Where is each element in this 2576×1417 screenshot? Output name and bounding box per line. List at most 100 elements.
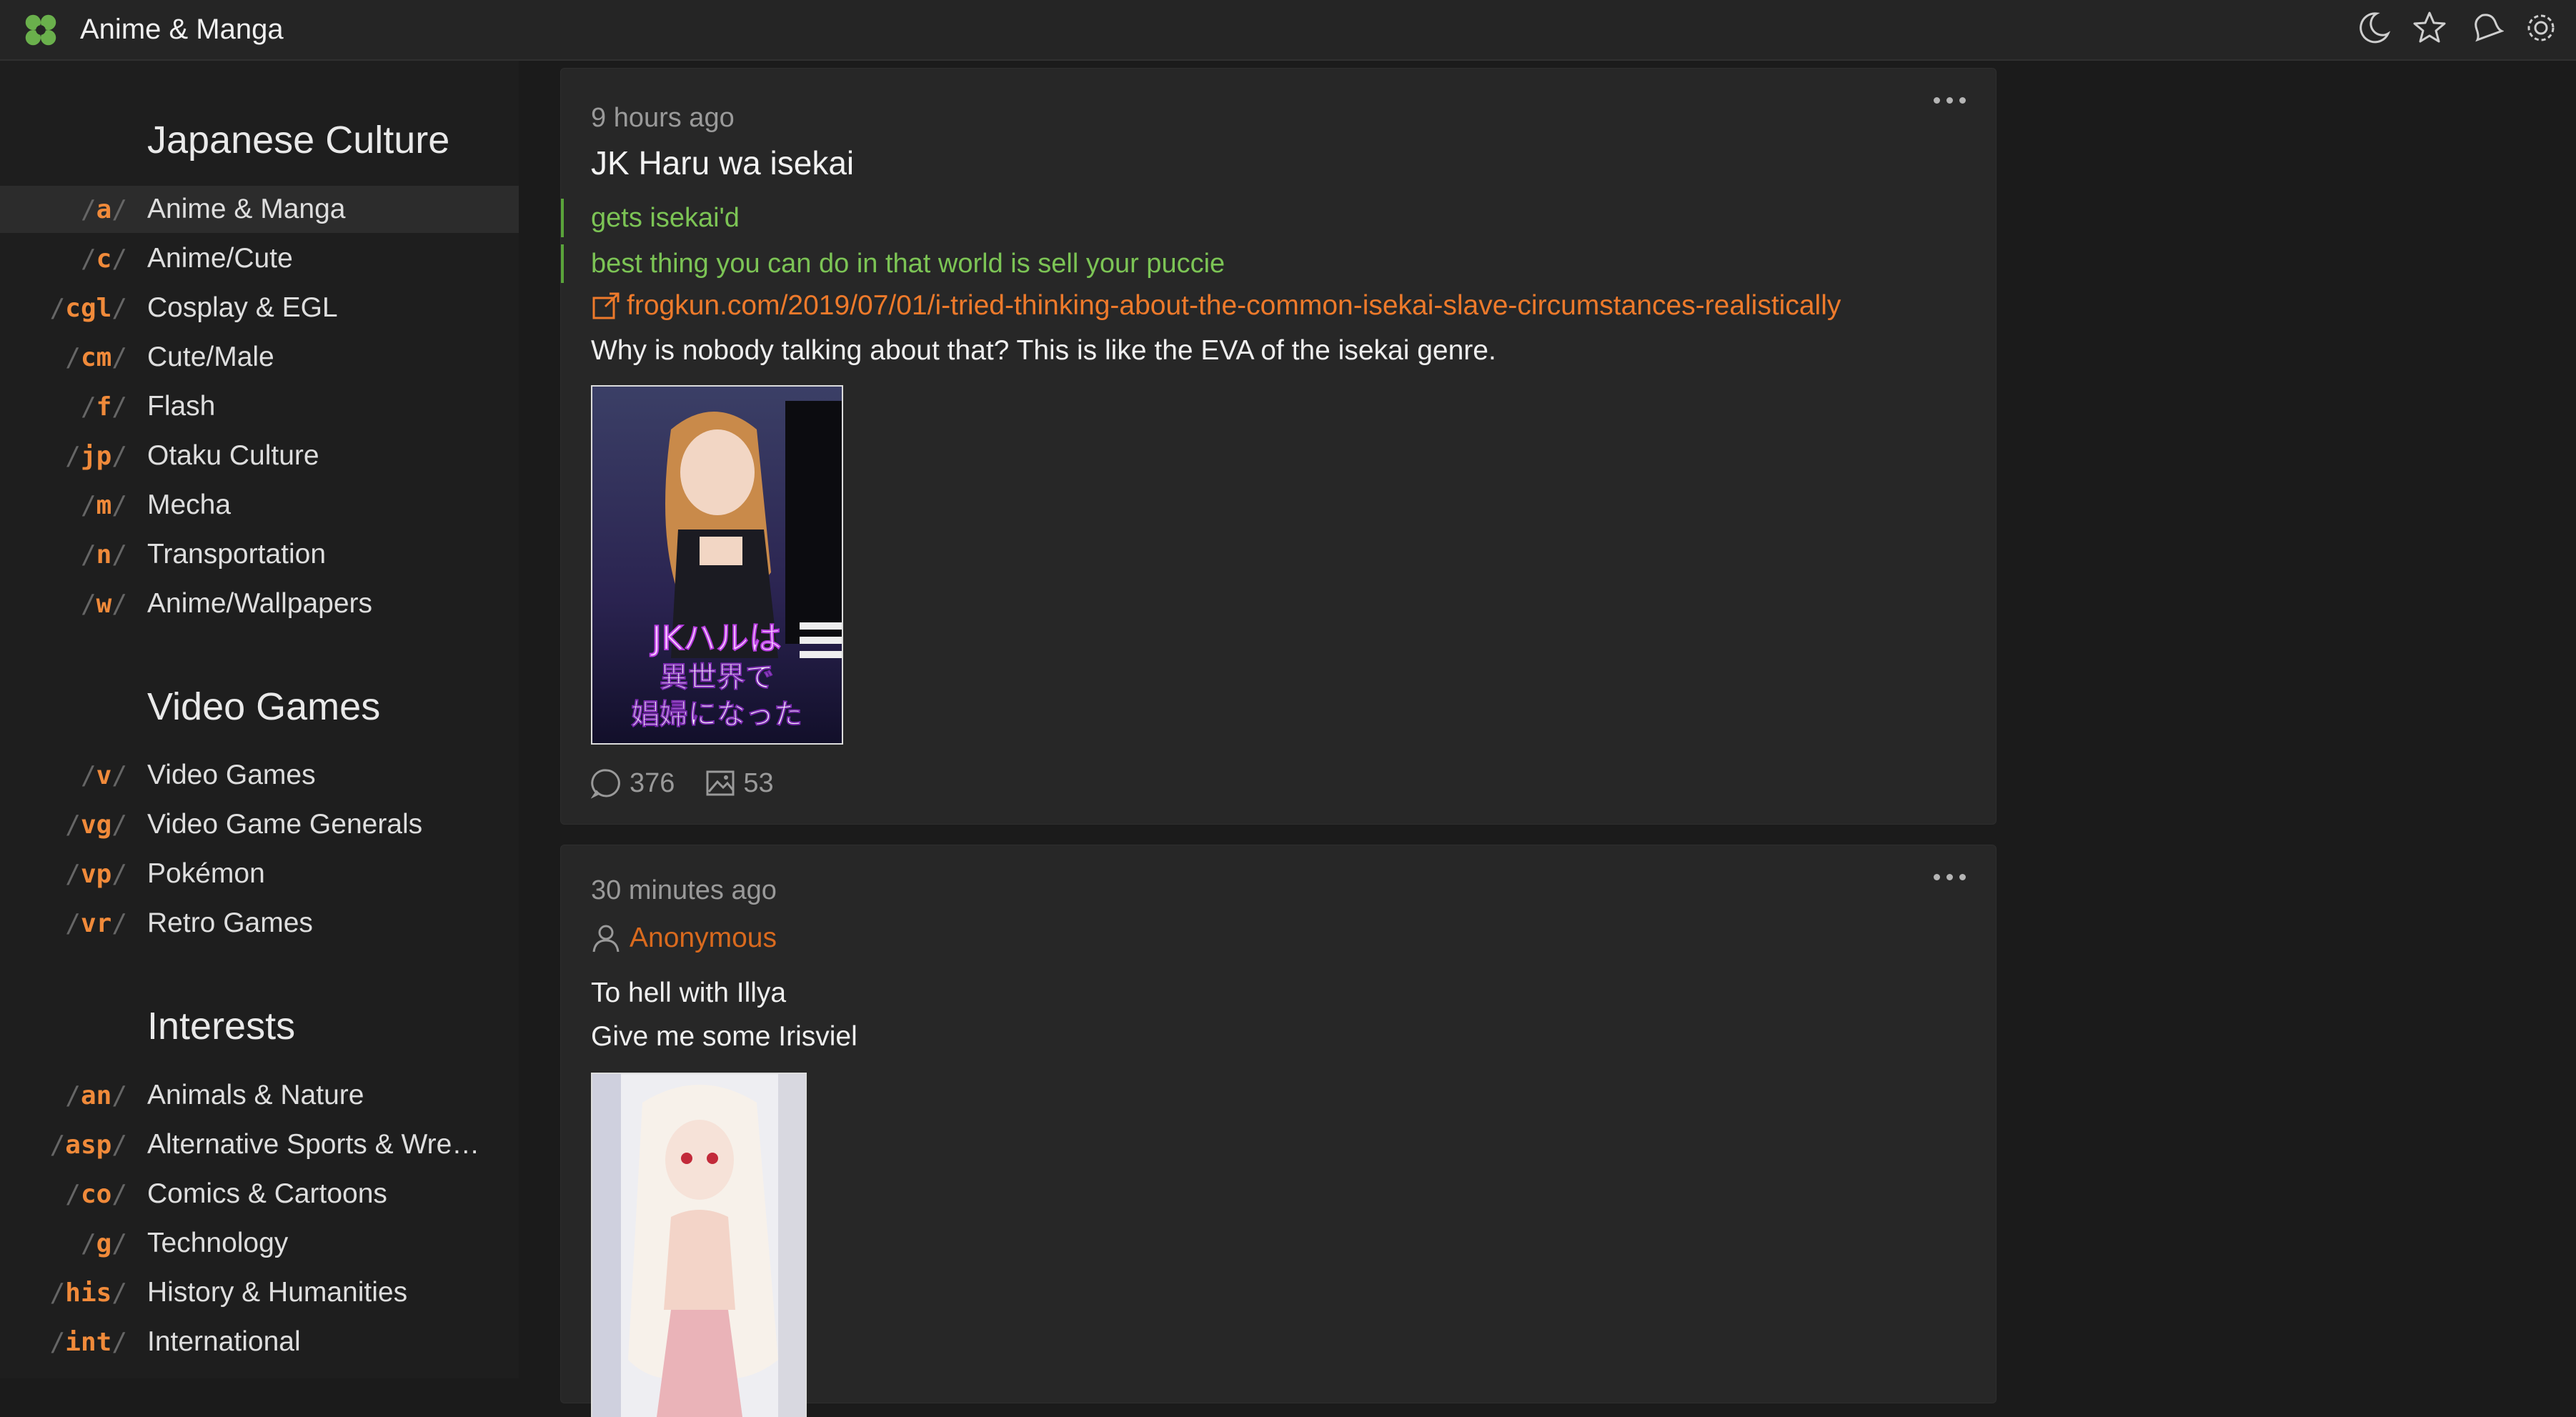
board-code: /jp/ bbox=[65, 441, 127, 471]
board-code: /a/ bbox=[80, 194, 127, 224]
board-item-int[interactable]: /int/ International bbox=[0, 1318, 519, 1366]
board-item-jp[interactable]: /jp/ Otaku Culture bbox=[0, 432, 519, 479]
post-author[interactable]: Anonymous bbox=[591, 923, 777, 954]
board-item-g[interactable]: /g/ Technology bbox=[0, 1220, 519, 1267]
svg-text:娼婦になった: 娼婦になった bbox=[631, 698, 802, 731]
board-item-v[interactable]: /v/ Video Games bbox=[0, 752, 519, 799]
board-code: /vr/ bbox=[65, 908, 127, 938]
gear-icon[interactable] bbox=[2520, 7, 2562, 49]
board-item-cgl[interactable]: /cgl/ Cosplay & EGL bbox=[0, 284, 519, 332]
image-icon bbox=[706, 770, 735, 796]
board-item-w[interactable]: /w/ Anime/Wallpapers bbox=[0, 580, 519, 627]
board-item-f[interactable]: /f/ Flash bbox=[0, 383, 519, 430]
more-options-icon[interactable] bbox=[1934, 874, 1966, 880]
board-name: Mecha bbox=[147, 489, 232, 520]
board-name: Video Game Generals bbox=[147, 809, 423, 840]
thread-body-line: Give me some Irisviel bbox=[591, 1021, 857, 1052]
board-code: /f/ bbox=[80, 392, 127, 422]
board-item-m[interactable]: /m/ Mecha bbox=[0, 482, 519, 529]
board-name: Comics & Cartoons bbox=[147, 1178, 387, 1209]
svg-text:異世界で: 異世界で bbox=[660, 661, 774, 694]
board-item-an[interactable]: /an/ Animals & Nature bbox=[0, 1072, 519, 1119]
board-code: /m/ bbox=[80, 490, 127, 520]
section-title-japanese-culture: Japanese Culture bbox=[147, 119, 450, 161]
link-url: frogkun.com/2019/07/01/i-tried-thinking-… bbox=[627, 290, 1841, 321]
comment-icon bbox=[591, 769, 620, 799]
external-link-icon bbox=[592, 292, 620, 319]
greentext-line: gets isekai'd bbox=[561, 199, 740, 237]
board-name: Flash bbox=[147, 391, 216, 422]
thread-thumbnail[interactable]: JKハルは 異世界で 娼婦になった bbox=[591, 385, 843, 745]
board-code: /w/ bbox=[80, 589, 127, 619]
svg-text:JKハルは: JKハルは bbox=[650, 619, 782, 657]
thread-title: JK Haru wa isekai bbox=[591, 144, 855, 182]
board-code: /cm/ bbox=[65, 342, 127, 372]
board-name: Video Games bbox=[147, 760, 316, 790]
thread-thumbnail[interactable] bbox=[591, 1073, 807, 1417]
bell-icon[interactable] bbox=[2465, 7, 2506, 49]
board-name: Anime/Cute bbox=[147, 243, 293, 274]
board-item-cm[interactable]: /cm/ Cute/Male bbox=[0, 334, 519, 381]
board-name: Pokémon bbox=[147, 858, 265, 889]
manga-cover-image: JKハルは 異世界で 娼婦になった bbox=[592, 387, 842, 743]
board-code: /asp/ bbox=[49, 1130, 127, 1160]
board-item-vr[interactable]: /vr/ Retro Games bbox=[0, 900, 519, 947]
board-name: Retro Games bbox=[147, 908, 313, 938]
more-options-icon[interactable] bbox=[1934, 97, 1966, 104]
board-code: /int/ bbox=[49, 1327, 127, 1357]
board-name: Cosplay & EGL bbox=[147, 292, 338, 323]
board-item-vp[interactable]: /vp/ Pokémon bbox=[0, 850, 519, 898]
board-name: Cute/Male bbox=[147, 342, 274, 372]
board-name: Transportation bbox=[147, 539, 327, 570]
board-name: Animals & Nature bbox=[147, 1080, 364, 1110]
board-code: /g/ bbox=[80, 1228, 127, 1258]
thread-time: 30 minutes ago bbox=[591, 875, 777, 905]
anime-illustration-image bbox=[592, 1074, 805, 1417]
board-name: Otaku Culture bbox=[147, 440, 319, 471]
board-name: Alternative Sports & Wre… bbox=[147, 1129, 480, 1160]
image-count[interactable]: 53 bbox=[705, 767, 774, 799]
section-title-interests: Interests bbox=[147, 1005, 296, 1048]
thread-time: 9 hours ago bbox=[591, 103, 735, 133]
board-code: /an/ bbox=[65, 1080, 127, 1110]
image-count-value: 53 bbox=[743, 767, 774, 798]
thread-card[interactable]: 30 minutes ago Anonymous To hell with Il… bbox=[560, 845, 1996, 1417]
top-icons bbox=[2353, 7, 2562, 49]
board-item-a[interactable]: /a/ Anime & Manga bbox=[0, 186, 519, 233]
board-code: /his/ bbox=[49, 1278, 127, 1308]
board-code: /v/ bbox=[80, 760, 127, 790]
sidebar: Japanese Culture /a/ Anime & Manga /c/ A… bbox=[0, 61, 519, 1378]
board-name: Anime & Manga bbox=[147, 194, 346, 224]
board-code: /co/ bbox=[65, 1179, 127, 1209]
clover-logo-icon[interactable] bbox=[20, 9, 61, 51]
board-code: /n/ bbox=[80, 540, 127, 570]
board-name: Technology bbox=[147, 1228, 289, 1258]
top-bar: Anime & Manga bbox=[0, 0, 2576, 61]
board-code: /c/ bbox=[80, 244, 127, 274]
star-icon[interactable] bbox=[2409, 7, 2450, 49]
app-title: Anime & Manga bbox=[80, 14, 284, 45]
board-name: Anime/Wallpapers bbox=[147, 588, 373, 619]
greentext-line: best thing you can do in that world is s… bbox=[561, 244, 1225, 283]
board-name: History & Humanities bbox=[147, 1277, 408, 1308]
reply-count-value: 376 bbox=[630, 767, 675, 798]
board-item-co[interactable]: /co/ Comics & Cartoons bbox=[0, 1170, 519, 1218]
moon-icon[interactable] bbox=[2353, 7, 2395, 49]
author-name: Anonymous bbox=[630, 923, 777, 953]
user-icon bbox=[592, 925, 620, 953]
external-link[interactable]: frogkun.com/2019/07/01/i-tried-thinking-… bbox=[591, 290, 1841, 322]
board-item-c[interactable]: /c/ Anime/Cute bbox=[0, 235, 519, 282]
thread-card[interactable]: 9 hours ago JK Haru wa isekai gets iseka… bbox=[560, 68, 1996, 825]
thread-body-line: To hell with Illya bbox=[591, 978, 787, 1008]
board-code: /vp/ bbox=[65, 859, 127, 889]
thread-body: Why is nobody talking about that? This i… bbox=[591, 335, 1496, 366]
board-item-n[interactable]: /n/ Transportation bbox=[0, 531, 519, 578]
board-item-his[interactable]: /his/ History & Humanities bbox=[0, 1269, 519, 1316]
board-code: /vg/ bbox=[65, 810, 127, 840]
section-title-video-games: Video Games bbox=[147, 685, 381, 728]
reply-count[interactable]: 376 bbox=[591, 767, 675, 799]
board-item-vg[interactable]: /vg/ Video Game Generals bbox=[0, 801, 519, 848]
board-name: International bbox=[147, 1326, 301, 1357]
board-item-asp[interactable]: /asp/ Alternative Sports & Wre… bbox=[0, 1121, 519, 1168]
thread-feed: 9 hours ago JK Haru wa isekai gets iseka… bbox=[520, 61, 2576, 1417]
